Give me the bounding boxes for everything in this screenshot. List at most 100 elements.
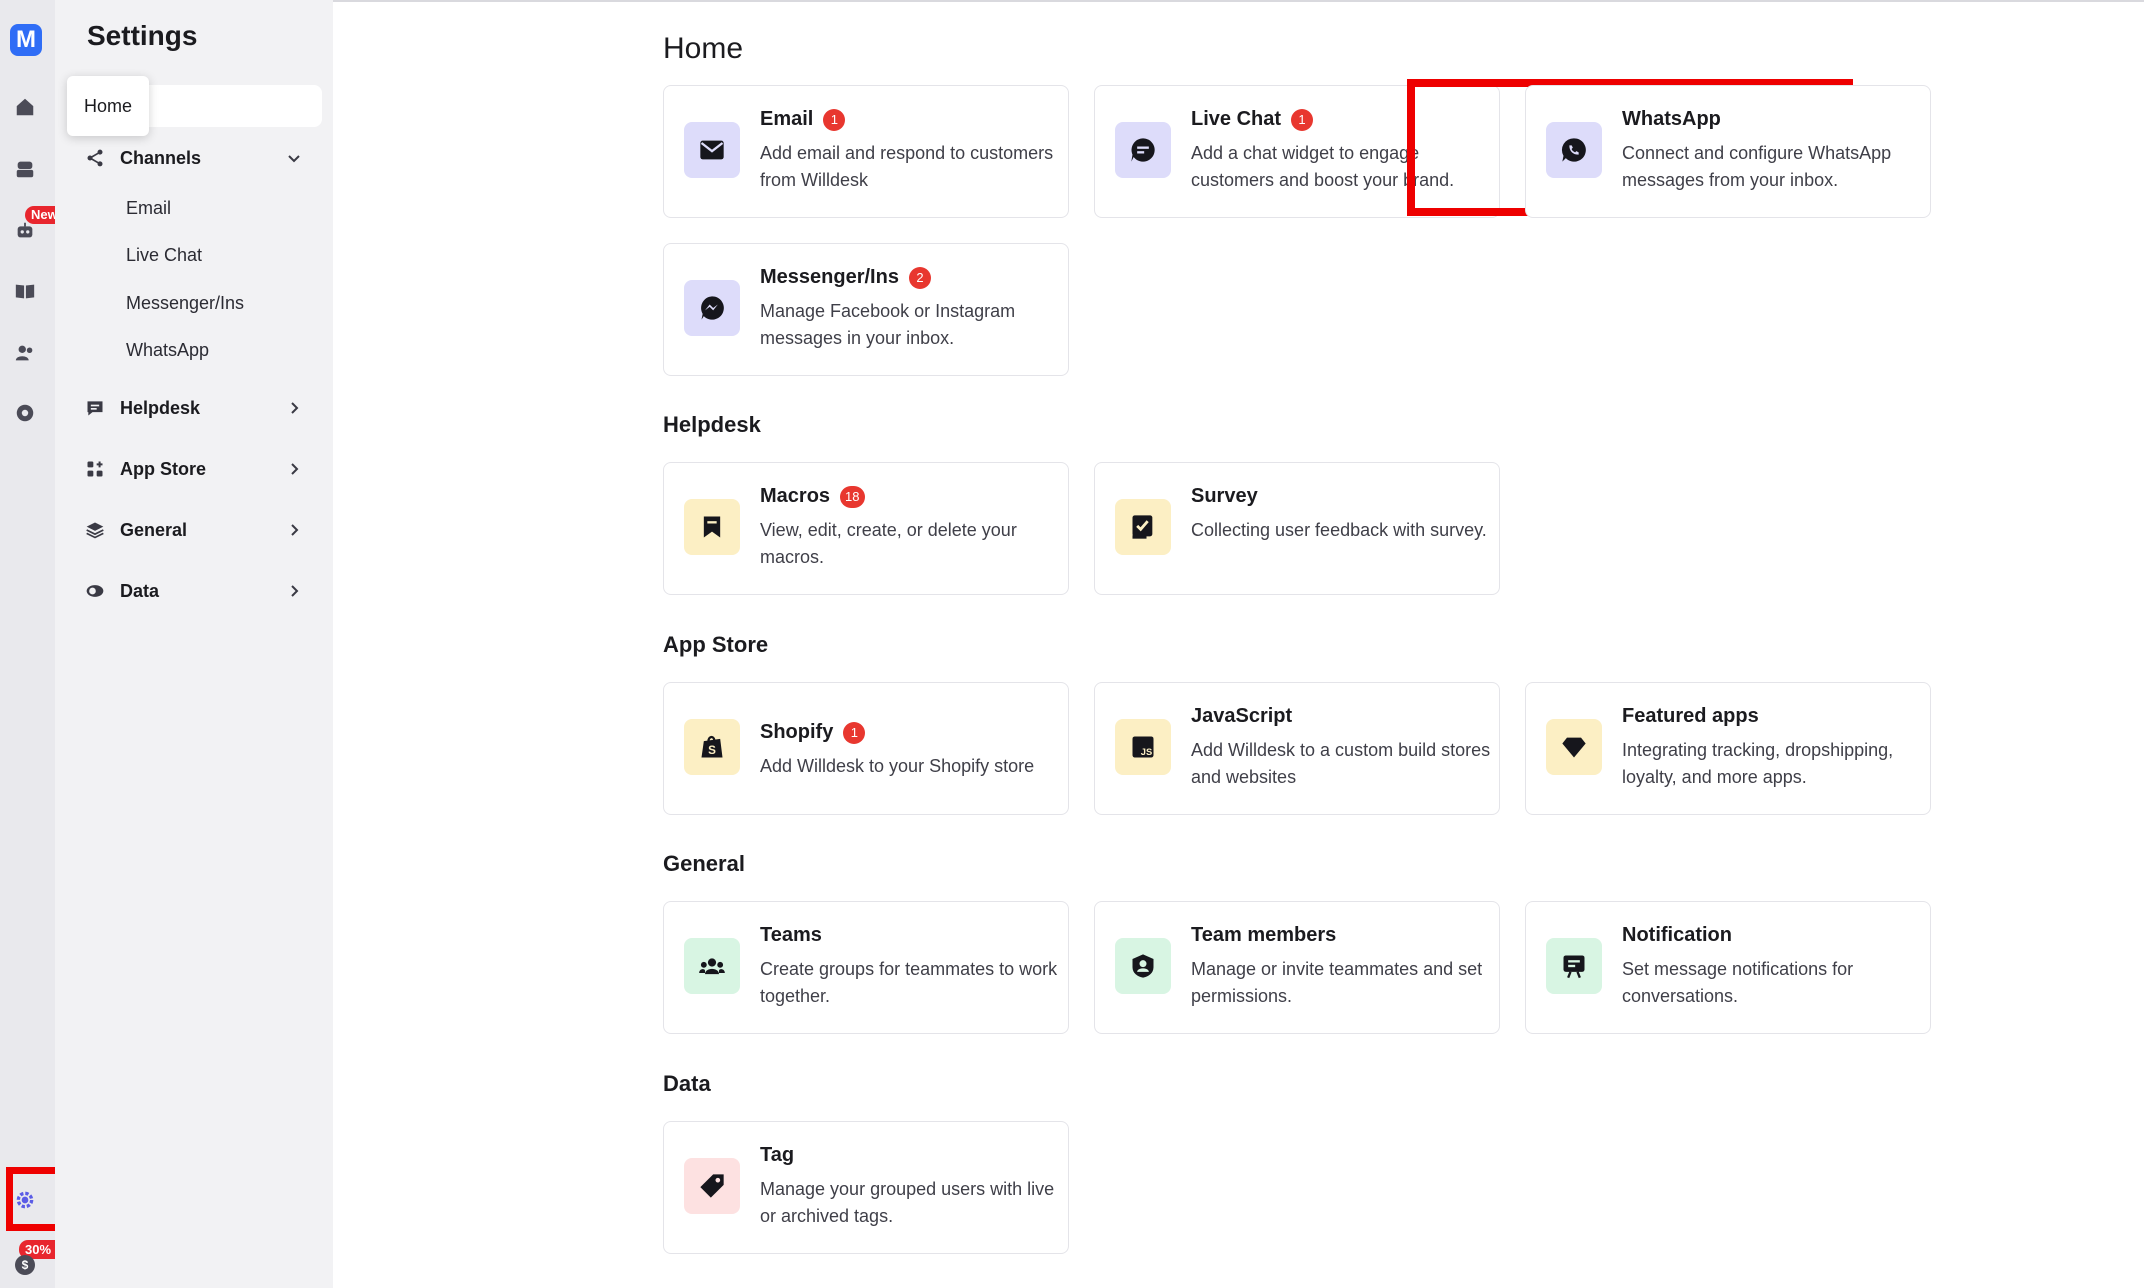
chat-box-icon bbox=[84, 397, 106, 419]
billing-coin-icon[interactable]: $ bbox=[15, 1255, 35, 1275]
card-javascript[interactable]: JS JavaScript Add Willdesk to a custom b… bbox=[1094, 682, 1500, 815]
count-badge: 2 bbox=[908, 266, 931, 289]
chevron-right-icon[interactable] bbox=[286, 522, 302, 538]
svg-text:JS: JS bbox=[1141, 747, 1152, 757]
user-badge-icon bbox=[1115, 938, 1171, 994]
main-content: Home Email 1 Add email and respond to cus… bbox=[333, 0, 2144, 1288]
section-title-app-store: App Store bbox=[663, 632, 769, 657]
icon-rail: M New 30% OFF $ bbox=[0, 0, 87, 1288]
js-icon: JS bbox=[1115, 719, 1171, 775]
card-title: Notification bbox=[1622, 924, 1732, 946]
sidebar-group-label: Data bbox=[120, 580, 160, 601]
book-icon[interactable] bbox=[12, 278, 38, 304]
count-badge: 1 bbox=[1291, 108, 1314, 131]
sidebar-group-app-store[interactable]: App Store bbox=[84, 453, 302, 485]
count-badge: 1 bbox=[843, 721, 866, 744]
count-badge: 1 bbox=[823, 108, 846, 131]
card-title: WhatsApp bbox=[1622, 108, 1721, 130]
card-description: Manage Facebook or Instagram messages in… bbox=[760, 301, 1016, 348]
card-title: Team members bbox=[1191, 924, 1337, 946]
section-title-helpdesk: Helpdesk bbox=[663, 412, 761, 437]
card-title: Email 1 bbox=[760, 108, 846, 131]
app-logo[interactable]: M bbox=[10, 24, 42, 56]
card-teams[interactable]: Teams Create groups for teammates to wor… bbox=[663, 901, 1069, 1034]
card-messenger[interactable]: Messenger/Ins 2 Manage Facebook or Instag… bbox=[663, 243, 1069, 376]
home-tooltip: Home bbox=[67, 76, 149, 136]
sidebar-title: Settings bbox=[87, 20, 198, 51]
card-description: Add Willdesk to your Shopify store bbox=[760, 756, 1035, 776]
card-title: Messenger/Ins 2 bbox=[760, 266, 931, 289]
card-featured-apps[interactable]: Featured apps Integrating tracking, drop… bbox=[1525, 682, 1931, 815]
card-title: JavaScript bbox=[1191, 705, 1293, 727]
card-shopify[interactable]: S Shopify 1 Add Willdesk to your Shopify … bbox=[663, 682, 1069, 815]
card-description: Manage or invite teammates and set permi… bbox=[1191, 959, 1483, 1006]
share-icon bbox=[84, 147, 106, 169]
home-icon[interactable] bbox=[12, 94, 38, 120]
card-title: Survey bbox=[1191, 485, 1258, 507]
survey-icon bbox=[1115, 499, 1171, 555]
sidebar-item-messenger[interactable]: Messenger/Ins bbox=[126, 293, 244, 314]
tag-icon bbox=[684, 1158, 740, 1214]
card-description: Manage your grouped users with live or a… bbox=[760, 1179, 1055, 1226]
sidebar-group-label: Channels bbox=[120, 147, 202, 168]
card-title: Featured apps bbox=[1622, 705, 1759, 727]
app-window: M New 30% OFF $ Settings me Home bbox=[0, 0, 2144, 1288]
card-description: Collecting user feedback with survey. bbox=[1191, 520, 1487, 540]
card-macros[interactable]: Macros 18 View, edit, create, or delete y… bbox=[663, 462, 1069, 595]
card-description: Connect and configure WhatsApp messages … bbox=[1622, 143, 1892, 190]
chevron-right-icon[interactable] bbox=[286, 400, 302, 416]
card-description: View, edit, create, or delete your macro… bbox=[760, 520, 1017, 567]
svg-text:S: S bbox=[708, 744, 716, 757]
card-description: Add Willdesk to a custom build stores an… bbox=[1191, 740, 1491, 787]
card-title: Teams bbox=[760, 924, 822, 946]
count-badge: 18 bbox=[840, 485, 865, 508]
card-whatsapp[interactable]: WhatsApp Connect and configure WhatsApp … bbox=[1525, 85, 1931, 218]
contacts-icon[interactable] bbox=[12, 340, 38, 366]
layers-icon bbox=[84, 519, 106, 541]
chat-bubble-icon bbox=[1115, 122, 1171, 178]
sidebar-item-whatsapp[interactable]: WhatsApp bbox=[126, 340, 209, 361]
inbox-icon[interactable] bbox=[12, 156, 38, 182]
card-title: Tag bbox=[760, 1144, 795, 1166]
card-title: Live Chat 1 bbox=[1191, 108, 1314, 131]
sidebar-group-label: General bbox=[120, 519, 188, 540]
card-description: Set message notifications for conversati… bbox=[1622, 959, 1854, 1006]
whatsapp-icon bbox=[1546, 122, 1602, 178]
section-title-general: General bbox=[663, 851, 745, 876]
bookmark-icon bbox=[684, 499, 740, 555]
sidebar-group-label: Helpdesk bbox=[120, 397, 201, 418]
card-survey[interactable]: Survey Collecting user feedback with sur… bbox=[1094, 462, 1500, 595]
database-icon bbox=[84, 580, 106, 602]
card-title: Macros 18 bbox=[760, 485, 865, 508]
card-description: Create groups for teammates to work toge… bbox=[760, 959, 1058, 1006]
messenger-icon bbox=[684, 280, 740, 336]
analytics-icon[interactable] bbox=[12, 400, 38, 426]
sidebar-group-channels[interactable]: Channels bbox=[84, 142, 302, 174]
apps-icon bbox=[84, 458, 106, 480]
sidebar-group-label: App Store bbox=[120, 458, 207, 479]
shopify-icon: S bbox=[684, 719, 740, 775]
sidebar-group-general[interactable]: General bbox=[84, 514, 302, 546]
page-title: Home bbox=[663, 32, 744, 65]
card-email[interactable]: Email 1 Add email and respond to customer… bbox=[663, 85, 1069, 218]
card-notification[interactable]: Notification Set message notifications f… bbox=[1525, 901, 1931, 1034]
section-title-data: Data bbox=[663, 1071, 711, 1096]
card-tag[interactable]: Tag Manage your grouped users with live … bbox=[663, 1121, 1069, 1254]
mail-icon bbox=[684, 122, 740, 178]
card-description: Add email and respond to customers from … bbox=[760, 143, 1054, 190]
sidebar-group-helpdesk[interactable]: Helpdesk bbox=[84, 392, 302, 424]
sidebar-group-data[interactable]: Data bbox=[84, 575, 302, 607]
settings-gear-icon[interactable] bbox=[15, 1190, 35, 1210]
chevron-right-icon[interactable] bbox=[286, 583, 302, 599]
group-icon bbox=[684, 938, 740, 994]
chevron-down-icon[interactable] bbox=[286, 150, 302, 166]
chevron-right-icon[interactable] bbox=[286, 461, 302, 477]
settings-sidebar: Settings bbox=[55, 0, 333, 1288]
card-title: Shopify 1 bbox=[760, 721, 866, 744]
card-description: Integrating tracking, dropshipping, loya… bbox=[1622, 740, 1894, 787]
diamond-icon bbox=[1546, 719, 1602, 775]
card-team-members[interactable]: Team members Manage or invite teammates … bbox=[1094, 901, 1500, 1034]
sidebar-item-live-chat[interactable]: Live Chat bbox=[126, 245, 202, 266]
notification-icon bbox=[1546, 938, 1602, 994]
sidebar-item-email[interactable]: Email bbox=[126, 198, 171, 219]
